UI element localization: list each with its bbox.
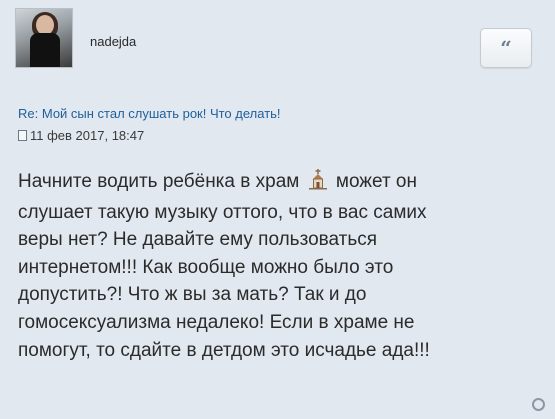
- post-date: 11 фев 2017, 18:47: [30, 128, 145, 143]
- post-file-icon[interactable]: [18, 130, 27, 141]
- post-subject-link[interactable]: Re: Мой сын стал слушать рок! Что делать…: [18, 106, 281, 121]
- church-icon: [307, 168, 329, 199]
- post-meta: 11 фев 2017, 18:47: [18, 128, 144, 143]
- scroll-up-icon[interactable]: [532, 398, 545, 411]
- quote-button[interactable]: “: [480, 28, 532, 68]
- username-link[interactable]: nadejda: [90, 34, 136, 49]
- avatar-face: [36, 15, 54, 35]
- post-body-rest: может он слушает такую музыку оттого, чт…: [18, 171, 430, 361]
- post-body-start: Начните водить ребёнка в храм: [18, 171, 305, 192]
- avatar-body: [30, 33, 60, 67]
- post-body: Начните водить ребёнка в храм может он с…: [18, 168, 543, 364]
- avatar[interactable]: [15, 8, 73, 68]
- forum-post: nadejda “ Re: Мой сын стал слушать рок! …: [0, 0, 555, 419]
- quote-icon: “: [500, 36, 512, 60]
